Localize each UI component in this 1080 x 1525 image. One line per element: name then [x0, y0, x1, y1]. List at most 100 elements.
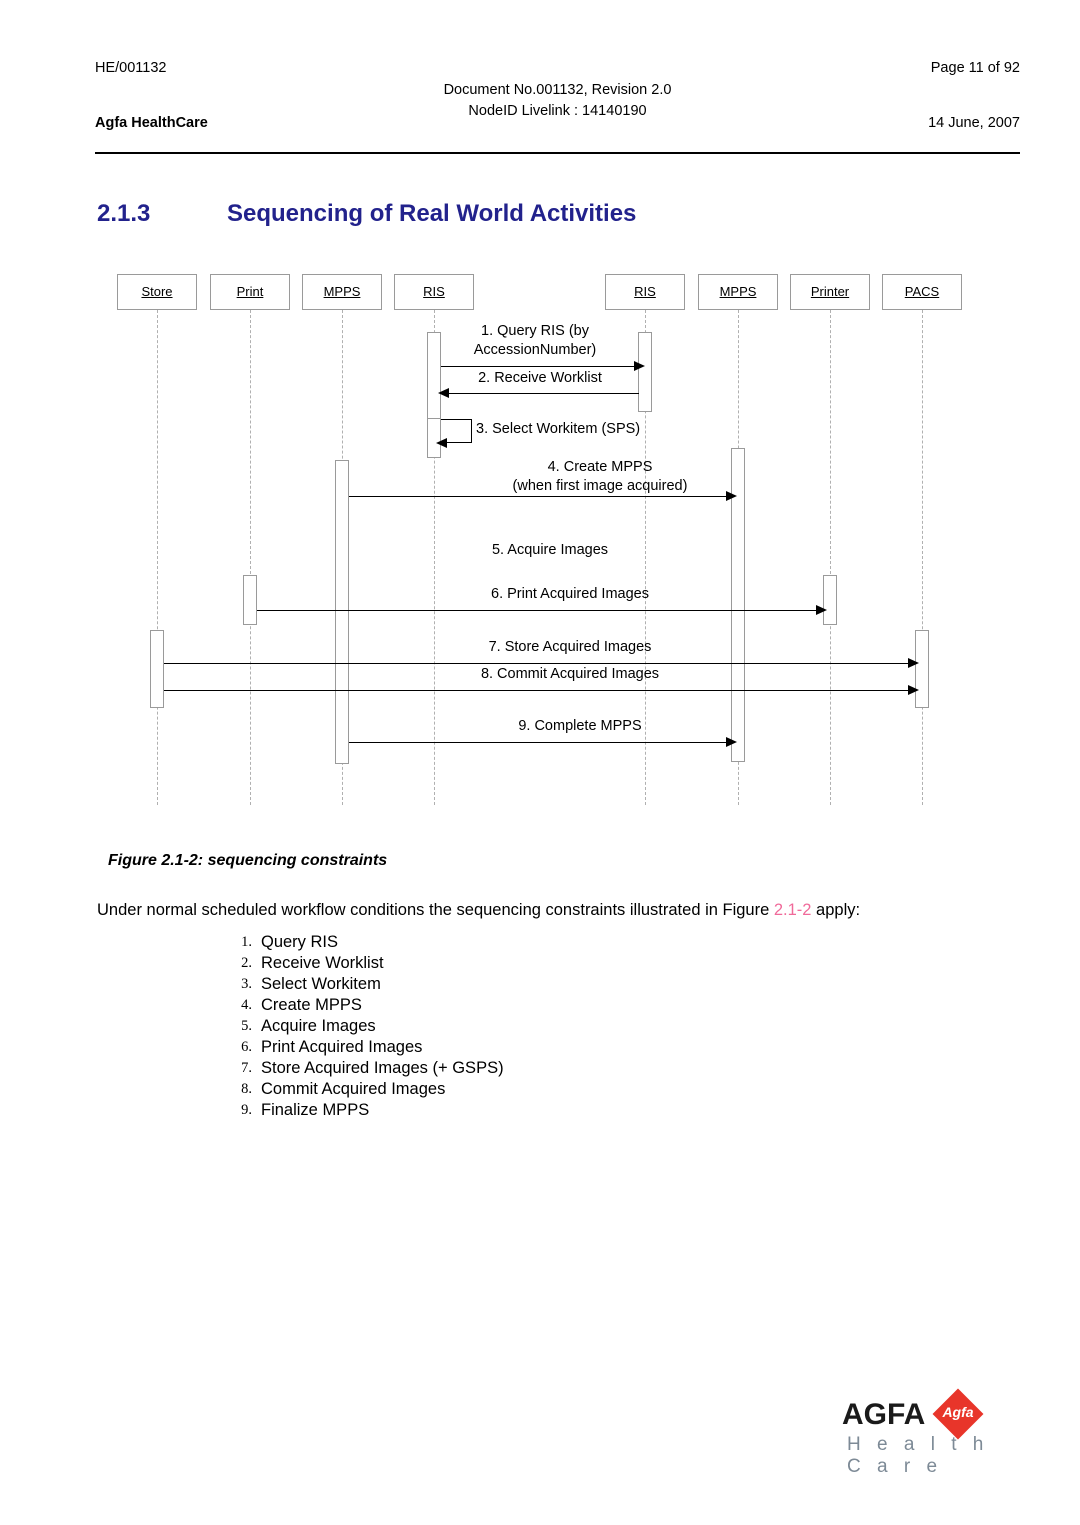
sequence-diagram: Store Print MPPS RIS RIS MPPS Printer PA… [100, 270, 980, 815]
list-item-number: 5. [241, 1018, 252, 1034]
document-date: 14 June, 2007 [928, 115, 1020, 131]
page-title: 2.1.3 Sequencing of Real World Activities [97, 200, 897, 228]
list-item-label: Store Acquired Images (+ GSPS) [261, 1059, 504, 1077]
lifeline-box-mpps-right: MPPS [698, 274, 778, 310]
agfa-wordmark: AGFA [842, 1398, 926, 1431]
message-label-7: 7. Store Acquired Images [488, 639, 652, 655]
list-item: 4. Create MPPS [228, 995, 728, 1016]
message-arrow-9 [726, 737, 737, 747]
list-item-label: Select Workitem [261, 975, 381, 993]
message-label-9: 9. Complete MPPS [518, 718, 642, 734]
list-item: 5. Acquire Images [228, 1016, 728, 1037]
section-title: Sequencing of Real World Activities [227, 200, 637, 227]
message-label-4: 4. Create MPPS (when first image acquire… [512, 459, 688, 494]
list-item-number: 6. [241, 1039, 252, 1055]
message-arrow-1 [634, 361, 645, 371]
lifeline-label-ris-right: RIS [634, 284, 656, 299]
list-item: 3. Select Workitem [228, 974, 728, 995]
list-item: 6. Print Acquired Images [228, 1037, 728, 1058]
message-label-6: 6. Print Acquired Images [491, 586, 649, 602]
message-line-9 [349, 742, 728, 743]
healthcare-subtitle: H e a l t h C a r e [847, 1434, 989, 1477]
list-item-label: Commit Acquired Images [261, 1080, 446, 1098]
paragraph-text-after: apply: [811, 901, 861, 919]
page-number: Page 11 of 92 [930, 60, 1020, 76]
list-item-label: Acquire Images [261, 1017, 376, 1035]
lifeline-label-mpps-right: MPPS [719, 284, 757, 299]
list-item-label: Receive Worklist [261, 954, 384, 972]
figure-reference-link[interactable]: 2.1-2 [774, 901, 812, 919]
message-arrow-4 [726, 491, 737, 501]
lifeline-box-ris-left: RIS [394, 274, 474, 310]
message-arrow-8 [908, 685, 919, 695]
message-line-6 [257, 610, 817, 611]
paragraph-text-before: Under normal scheduled workflow conditio… [97, 901, 774, 919]
company-name: Agfa HealthCare [95, 115, 208, 131]
agfa-diamond-label: Agfa [942, 1404, 974, 1420]
list-item: 7. Store Acquired Images (+ GSPS) [228, 1058, 728, 1079]
lifeline-print [250, 310, 251, 805]
list-item: 1. Query RIS [228, 932, 728, 953]
lifeline-label-print: Print [236, 284, 264, 299]
message-arrow-3 [436, 438, 447, 448]
lifeline-label-store: Store [141, 284, 173, 299]
list-item-number: 8. [241, 1081, 252, 1097]
lifeline-box-pacs: PACS [882, 274, 962, 310]
message-label-2: 2. Receive Worklist [478, 370, 602, 386]
message-arrow-2 [438, 388, 449, 398]
activation-print [243, 575, 257, 625]
message-arrow-7 [908, 658, 919, 668]
lifeline-box-printer: Printer [790, 274, 870, 310]
activation-mpps-left [335, 460, 349, 764]
message-label-1: 1. Query RIS (by AccessionNumber) [473, 323, 597, 358]
message-line-1 [441, 366, 635, 367]
lifeline-label-mpps-left: MPPS [323, 284, 361, 299]
message-label-3: 3. Select Workitem (SPS) [476, 421, 641, 437]
list-item-number: 1. [241, 934, 252, 950]
lifeline-pacs [922, 310, 923, 805]
agfa-healthcare-logo: AGFA Agfa H e a l t h C a r e [842, 1388, 1002, 1477]
lifeline-box-print: Print [210, 274, 290, 310]
list-item-number: 4. [241, 997, 252, 1013]
list-item-label: Query RIS [261, 933, 339, 951]
list-item-label: Create MPPS [261, 996, 362, 1014]
activation-printer [823, 575, 837, 625]
message-arrow-6 [816, 605, 827, 615]
header-divider [95, 152, 1020, 154]
lifeline-label-pacs: PACS [904, 284, 940, 299]
figure-caption: Figure 2.1-2: sequencing constraints [108, 852, 388, 869]
lifeline-box-mpps-left: MPPS [302, 274, 382, 310]
page-header: HE/001132 Page 11 of 92 Document No.0011… [95, 55, 1020, 145]
activation-store [150, 630, 164, 708]
lifeline-label-printer: Printer [810, 284, 850, 299]
list-item: 9. Finalize MPPS [228, 1100, 728, 1121]
nodeid-livelink-line: NodeID Livelink : 14140190 [468, 103, 647, 119]
message-line-2 [449, 393, 639, 394]
list-item: 8. Commit Acquired Images [228, 1079, 728, 1100]
document-revision-line: Document No.001132, Revision 2.0 [443, 82, 672, 98]
message-label-5: 5. Acquire Images [491, 542, 609, 558]
message-line-7 [164, 663, 909, 664]
activation-pacs [915, 630, 929, 708]
message-label-8: 8. Commit Acquired Images [480, 666, 660, 682]
activation-ris-left-query [427, 332, 441, 432]
body-paragraph: Under normal scheduled workflow conditio… [97, 901, 997, 920]
section-number: 2.1.3 [97, 200, 151, 227]
list-item-number: 9. [241, 1102, 252, 1118]
list-item-number: 2. [241, 955, 252, 971]
list-item-number: 7. [241, 1060, 252, 1076]
message-line-4 [349, 496, 728, 497]
list-item-label: Print Acquired Images [261, 1038, 423, 1056]
activation-ris-right [638, 332, 652, 412]
steps-list: 1. Query RIS 2. Receive Worklist 3. Select … [228, 932, 728, 1121]
lifeline-box-ris-right: RIS [605, 274, 685, 310]
lifeline-label-ris-left: RIS [423, 284, 445, 299]
lifeline-printer [830, 310, 831, 805]
list-item-label: Finalize MPPS [261, 1101, 370, 1119]
document-code: HE/001132 [95, 60, 167, 76]
list-item: 2. Receive Worklist [228, 953, 728, 974]
document-reference: Document No.001132, Revision 2.0 NodeID … [95, 80, 1020, 122]
lifeline-box-store: Store [117, 274, 197, 310]
lifeline-store [157, 310, 158, 805]
list-item-number: 3. [241, 976, 252, 992]
